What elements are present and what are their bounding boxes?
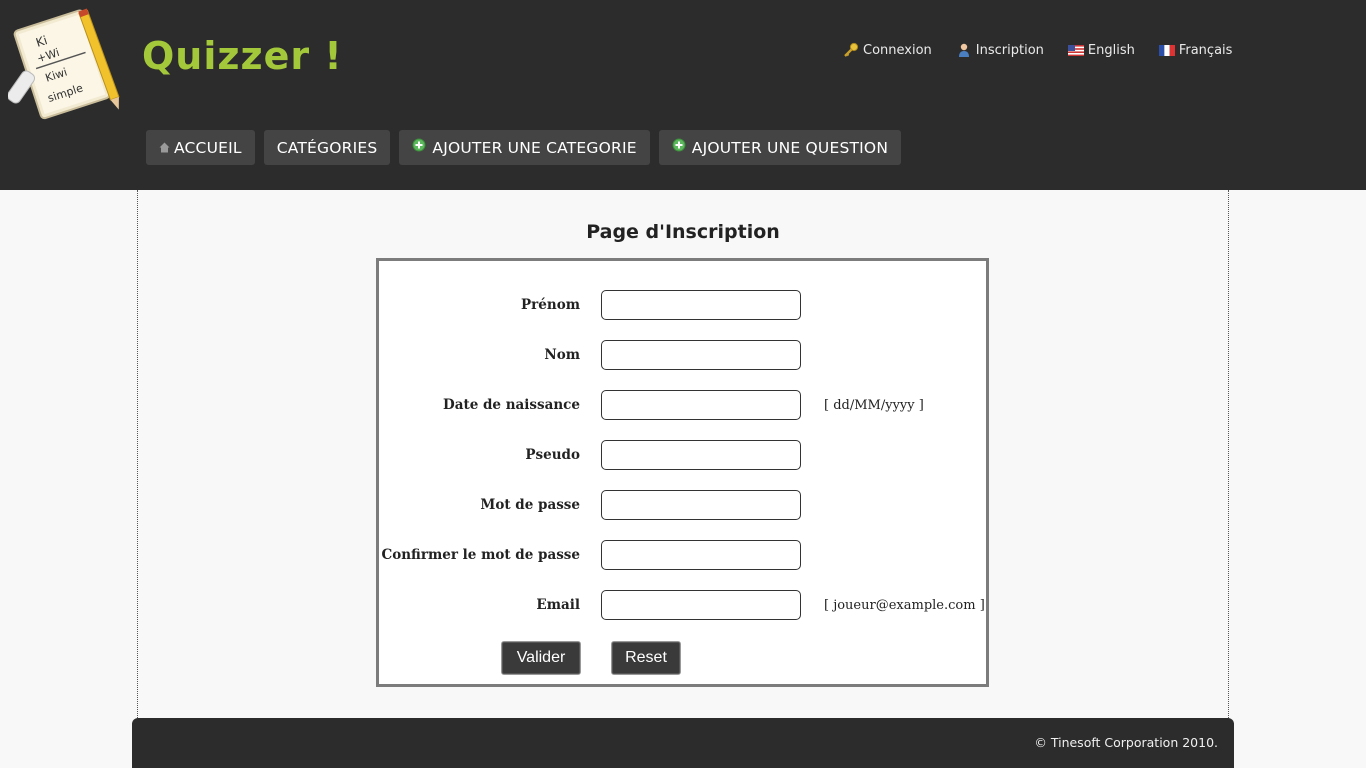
key-icon xyxy=(844,42,859,57)
nav-ajouter-categorie[interactable]: AJOUTER UNE CATEGORIE xyxy=(399,130,650,165)
top-links: Connexion Inscription English Français xyxy=(843,42,1256,58)
email-format-hint: [ joueur@example.com ] xyxy=(824,598,985,613)
mot-de-passe-label: Mot de passe xyxy=(480,497,580,513)
quizzer-logo[interactable]: Ki +Wi Kiwi simple xyxy=(6,4,124,122)
reset-button[interactable]: Reset xyxy=(611,641,681,675)
english-link[interactable]: English xyxy=(1067,42,1135,58)
copyright-text: © Tinesoft Corporation 2010. xyxy=(1034,735,1218,750)
nav-ajouter-question[interactable]: AJOUTER UNE QUESTION xyxy=(658,130,902,165)
add-icon xyxy=(412,138,426,151)
nav-ajouter-categorie-label: AJOUTER UNE CATEGORIE xyxy=(432,138,637,157)
form-row-mot-de-passe: Mot de passe xyxy=(379,490,986,520)
nav-accueil-label: ACCUEIL xyxy=(174,138,242,157)
date-naissance-input[interactable] xyxy=(601,390,801,420)
nav-ajouter-question-label: AJOUTER UNE QUESTION xyxy=(691,138,889,157)
nav-categories-label: CATÉGORIES xyxy=(276,138,378,157)
nav-categories[interactable]: CATÉGORIES xyxy=(263,130,391,165)
english-label: English xyxy=(1087,42,1135,58)
nom-input[interactable] xyxy=(601,340,801,370)
inscription-label: Inscription xyxy=(975,42,1044,58)
connexion-label: Connexion xyxy=(863,42,932,58)
form-row-email: Email [ joueur@example.com ] xyxy=(379,590,986,620)
main-nav: ACCUEIL CATÉGORIES AJOUTER UNE CATEGORIE… xyxy=(146,130,910,165)
site-footer: © Tinesoft Corporation 2010. xyxy=(132,718,1234,768)
confirmer-label: Confirmer le mot de passe xyxy=(381,547,580,563)
us-flag-icon xyxy=(1067,44,1084,56)
site-header: Ki +Wi Kiwi simple Quizzer ! Connexion I… xyxy=(0,0,1366,190)
form-row-date-naissance: Date de naissance [ dd/MM/yyyy ] xyxy=(379,390,986,420)
inscription-link[interactable]: Inscription xyxy=(956,42,1044,58)
nom-label: Nom xyxy=(544,347,580,363)
registration-form: Prénom Nom Date de naissance [ dd/MM/yyy… xyxy=(376,258,989,687)
date-naissance-label: Date de naissance xyxy=(443,397,580,413)
pseudo-label: Pseudo xyxy=(525,447,580,463)
prenom-label: Prénom xyxy=(521,297,580,313)
email-input[interactable] xyxy=(601,590,801,620)
user-icon xyxy=(958,43,969,57)
connexion-link[interactable]: Connexion xyxy=(843,42,932,58)
confirm-password-input[interactable] xyxy=(601,540,801,570)
form-row-pseudo: Pseudo xyxy=(379,440,986,470)
francais-link[interactable]: Français xyxy=(1158,42,1233,58)
prenom-input[interactable] xyxy=(601,290,801,320)
fr-flag-icon xyxy=(1158,44,1175,56)
form-row-confirmer: Confirmer le mot de passe xyxy=(379,540,986,570)
add-icon xyxy=(672,138,686,151)
francais-label: Français xyxy=(1178,42,1233,58)
nav-accueil[interactable]: ACCUEIL xyxy=(146,130,255,165)
password-input[interactable] xyxy=(601,490,801,520)
site-title[interactable]: Quizzer ! xyxy=(142,34,343,78)
pseudo-input[interactable] xyxy=(601,440,801,470)
form-row-prenom: Prénom xyxy=(379,290,986,320)
home-icon xyxy=(159,142,170,153)
valider-button[interactable]: Valider xyxy=(501,641,581,675)
email-label: Email xyxy=(536,597,580,613)
page-title: Page d'Inscription xyxy=(586,221,780,243)
form-row-nom: Nom xyxy=(379,340,986,370)
date-format-hint: [ dd/MM/yyyy ] xyxy=(824,398,924,413)
